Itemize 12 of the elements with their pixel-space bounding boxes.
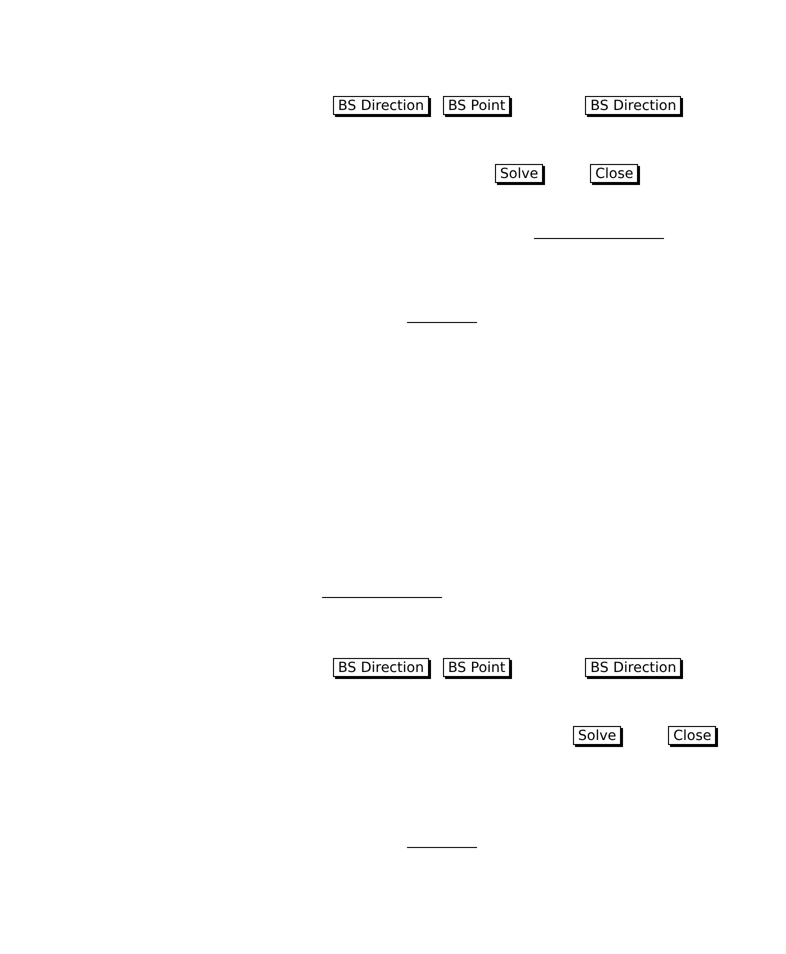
fill-in-line [407, 847, 477, 848]
direction-button[interactable]: BS Direction [333, 658, 429, 677]
direction-button[interactable]: BS Direction [333, 96, 429, 115]
direction-button[interactable]: BS Point [442, 96, 510, 115]
fill-in-line [407, 322, 477, 323]
direction-button[interactable]: BS Direction [585, 96, 682, 115]
direction-button[interactable]: BS Point [442, 658, 510, 677]
solve-button[interactable]: Solve [495, 164, 544, 183]
solve-button[interactable]: Solve [573, 726, 622, 745]
close-button[interactable]: Close [668, 726, 716, 745]
direction-button[interactable]: BS Direction [585, 658, 682, 677]
close-button[interactable]: Close [590, 164, 638, 183]
